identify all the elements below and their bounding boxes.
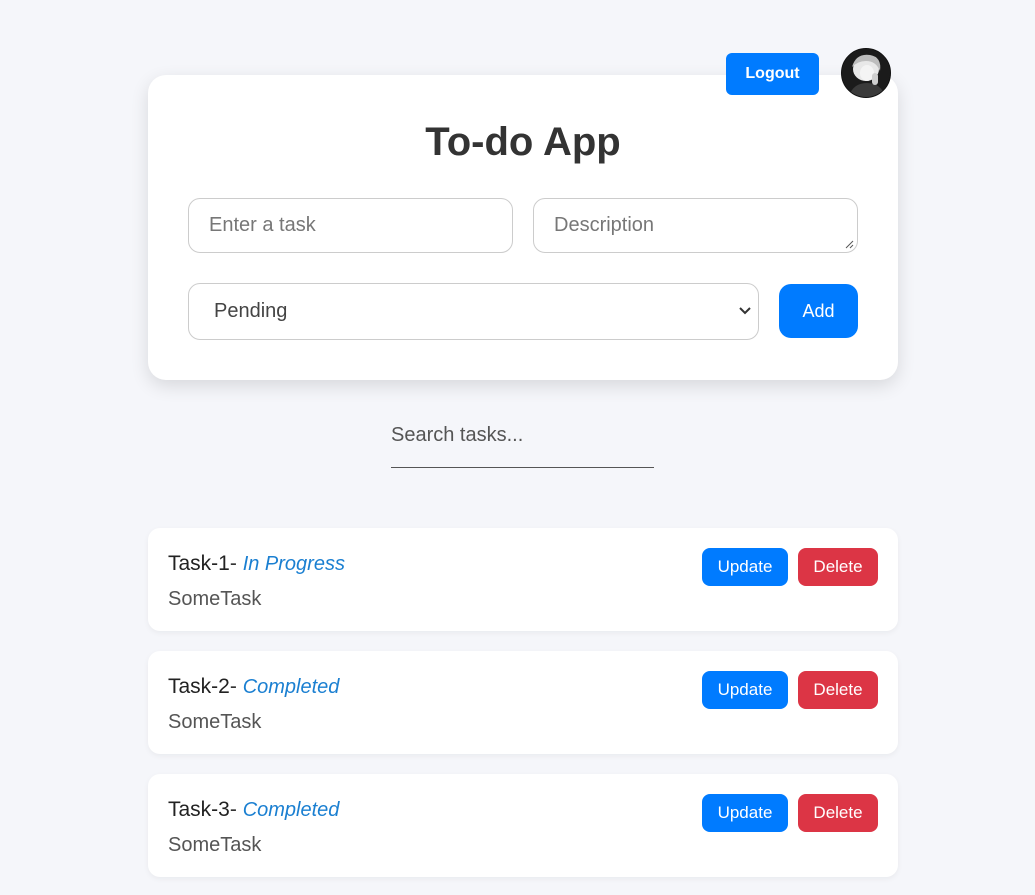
todo-form-card: To-do App Enter a task Description Pendi…	[148, 75, 898, 380]
task-name: Task-2	[168, 675, 230, 698]
task-header: Task-2- Completed	[168, 675, 339, 699]
task-separator: -	[229, 798, 243, 821]
chevron-down-icon	[739, 307, 751, 315]
task-card: Task-2- Completed SomeTask Update Delete	[148, 651, 898, 754]
search-input[interactable]: Search tasks...	[391, 418, 654, 468]
update-button[interactable]: Update	[702, 671, 788, 709]
task-description: SomeTask	[168, 711, 262, 733]
add-button[interactable]: Add	[779, 284, 858, 338]
task-separator: -	[229, 552, 243, 575]
task-header: Task-1- In Progress	[168, 552, 345, 576]
avatar[interactable]	[841, 48, 891, 98]
logout-button[interactable]: Logout	[726, 53, 819, 95]
resize-grip-icon[interactable]	[844, 239, 854, 249]
delete-button[interactable]: Delete	[798, 548, 878, 586]
task-input[interactable]: Enter a task	[188, 198, 513, 253]
task-name: Task-3	[168, 798, 230, 821]
task-description: SomeTask	[168, 588, 262, 610]
delete-button[interactable]: Delete	[798, 671, 878, 709]
description-placeholder: Description	[554, 214, 655, 236]
status-select[interactable]: Pending	[188, 283, 759, 340]
update-button[interactable]: Update	[702, 548, 788, 586]
status-selected-value: Pending	[214, 300, 288, 322]
page-title: To-do App	[425, 120, 621, 164]
task-card: Task-3- Completed SomeTask Update Delete	[148, 774, 898, 877]
user-photo-icon	[842, 49, 890, 97]
task-status: In Progress	[242, 553, 345, 575]
task-separator: -	[229, 675, 243, 698]
top-bar: Logout	[726, 48, 891, 98]
task-card: Task-1- In Progress SomeTask Update Dele…	[148, 528, 898, 631]
description-field[interactable]: Description	[533, 198, 858, 253]
task-input-placeholder: Enter a task	[209, 214, 316, 236]
task-status: Completed	[242, 676, 340, 698]
task-header: Task-3- Completed	[168, 798, 339, 822]
task-name: Task-1	[168, 552, 230, 575]
update-button[interactable]: Update	[702, 794, 788, 832]
search-placeholder: Search tasks...	[391, 424, 524, 446]
delete-button[interactable]: Delete	[798, 794, 878, 832]
task-status: Completed	[242, 799, 340, 821]
task-description: SomeTask	[168, 834, 262, 856]
